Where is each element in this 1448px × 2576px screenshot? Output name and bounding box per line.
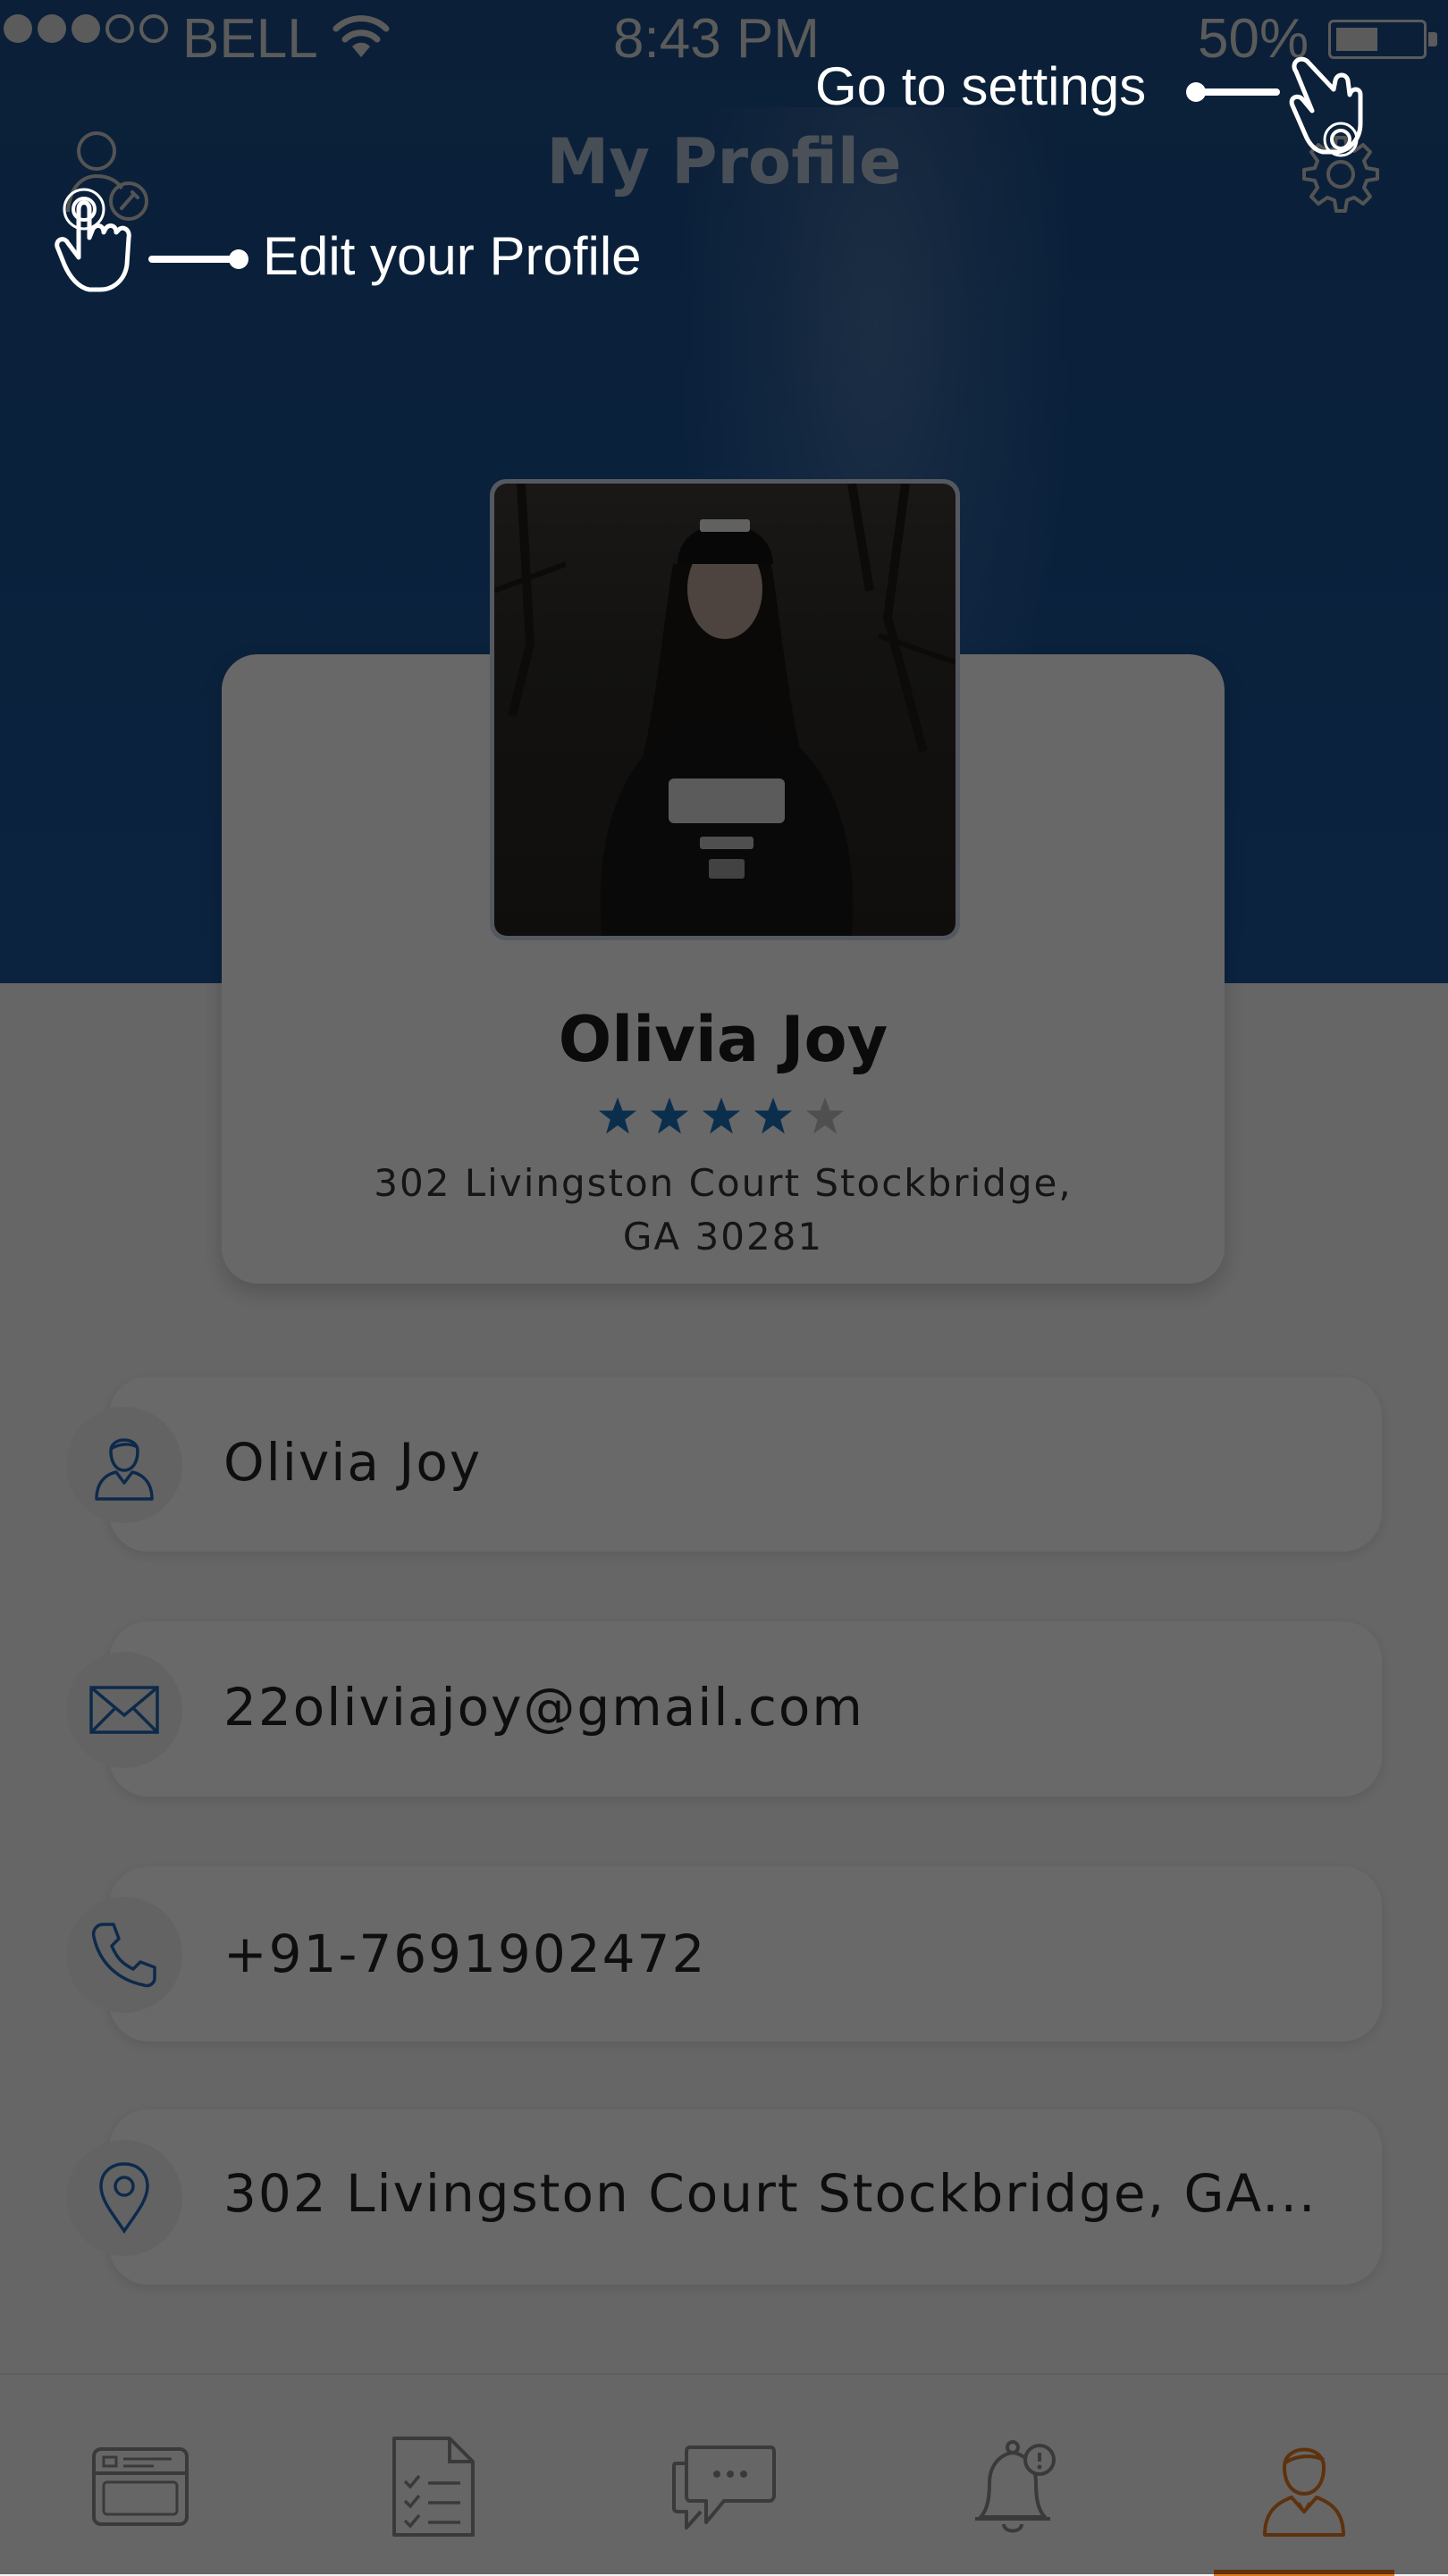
nav-profile[interactable] — [1246, 2429, 1362, 2545]
bottom-navigation — [0, 2373, 1448, 2576]
clock: 8:43 PM — [613, 8, 820, 70]
tasks-icon — [392, 2437, 475, 2537]
star-filled-icon — [598, 1097, 637, 1134]
star-filled-icon — [702, 1097, 741, 1134]
detail-name: Olivia Joy — [223, 1432, 483, 1493]
edit-hint-dot — [229, 249, 248, 269]
edit-hint-label: Edit your Profile — [263, 226, 642, 286]
detail-address: 302 Livingston Court Stockbridge, GA... — [223, 2163, 1318, 2224]
carrier-name: BELL — [182, 8, 318, 70]
avatar — [490, 479, 960, 940]
dashboard-icon — [92, 2447, 189, 2526]
star-rating — [597, 1096, 846, 1137]
phone-icon — [66, 1897, 182, 2013]
messages-icon — [672, 2446, 776, 2530]
page-title: My Profile — [546, 125, 902, 198]
nav-dashboard[interactable] — [82, 2429, 198, 2545]
profile-photo — [494, 484, 956, 936]
star-filled-icon — [650, 1097, 689, 1134]
notifications-icon — [975, 2440, 1056, 2533]
status-bar: BELL 8:43 PM 50% — [0, 0, 1448, 80]
location-pin-icon — [66, 2140, 182, 2256]
profile-name: Olivia Joy — [558, 1003, 888, 1076]
detail-email: 22oliviajoy@gmail.com — [223, 1677, 864, 1738]
nav-tasks[interactable] — [375, 2429, 492, 2545]
edit-hint-line — [148, 256, 238, 263]
nav-messages[interactable] — [666, 2429, 782, 2545]
pointing-hand-edit-icon — [55, 188, 131, 292]
email-icon — [66, 1652, 182, 1768]
settings-hint-label: Go to settings — [815, 56, 1147, 116]
star-empty-icon — [805, 1097, 845, 1134]
profile-address: 302 Livingston Court Stockbridge, GA 302… — [222, 1157, 1225, 1264]
nav-active-indicator — [1214, 2570, 1394, 2576]
user-icon — [66, 1407, 182, 1523]
profile-address-line1: 302 Livingston Court Stockbridge, — [374, 1161, 1073, 1205]
star-filled-icon — [753, 1097, 793, 1134]
signal-strength-icon — [4, 14, 168, 43]
pointing-hand-settings-icon — [1289, 56, 1363, 157]
profile-icon — [1263, 2447, 1345, 2537]
wifi-icon — [333, 15, 390, 57]
detail-phone: +91-7691902472 — [223, 1924, 707, 1984]
nav-notifications[interactable] — [956, 2429, 1073, 2545]
settings-hint-line — [1194, 88, 1280, 96]
profile-address-line2: GA 30281 — [622, 1215, 824, 1259]
